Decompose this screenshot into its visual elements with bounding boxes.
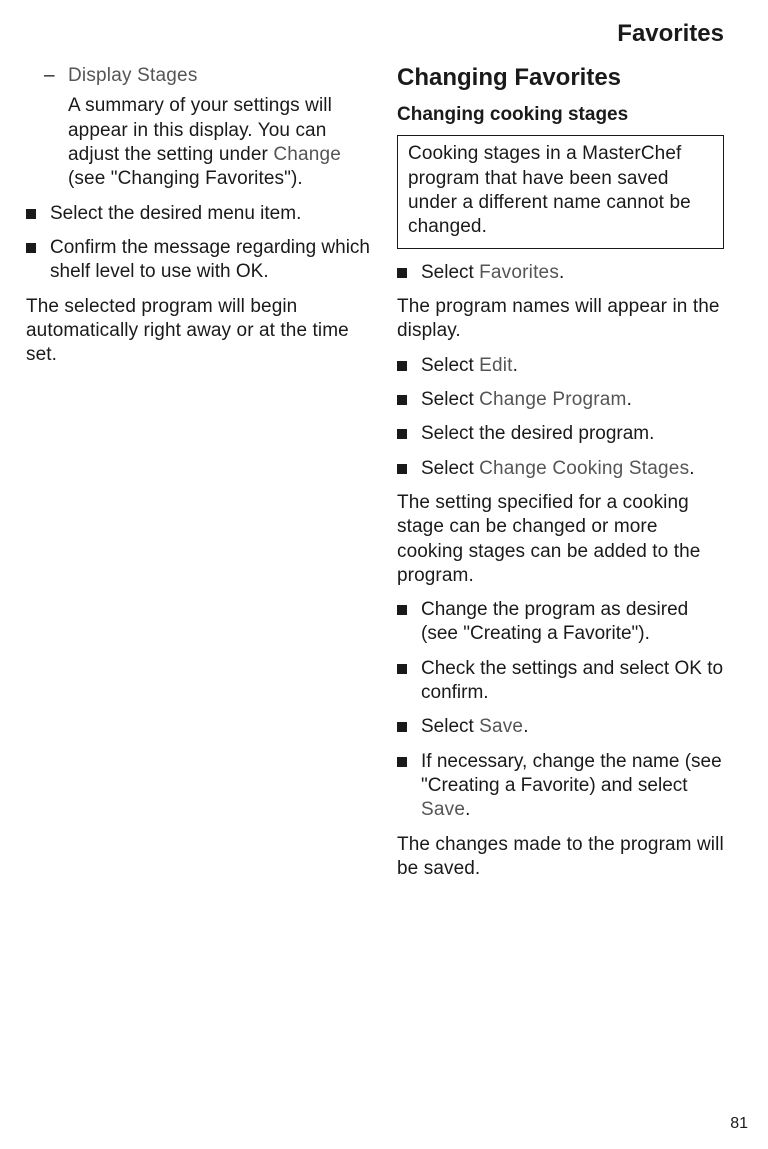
text-run: . — [689, 458, 694, 479]
square-bullet-icon — [397, 750, 421, 823]
step-list-item: Select Edit. — [397, 354, 724, 378]
outcome-paragraph: The selected program will begin automati… — [26, 295, 371, 368]
left-column: – Display Stages A summary of your setti… — [44, 64, 371, 891]
paragraph: The setting specified for a cooking stag… — [397, 491, 724, 588]
heading-changing-favorites: Changing Favorites — [397, 64, 724, 93]
step-list-item: Select Favorites. — [397, 261, 724, 285]
dash-list-item: – Display Stages — [44, 64, 371, 88]
text-run: . — [627, 389, 632, 410]
step-list-item: Check the settings and select OK to conf… — [397, 657, 724, 706]
step-list-item: Select Change Cooking Stages. — [397, 457, 724, 481]
square-bullet-icon — [26, 236, 50, 285]
manual-page: Favorites – Display Stages A summary of … — [0, 0, 768, 1149]
ui-label-save: Save — [421, 799, 465, 820]
text-run: Select — [421, 458, 479, 479]
step-list-item: Select Save. — [397, 715, 724, 739]
step-text: Change the program as desired (see "Crea… — [421, 598, 724, 647]
heading-changing-cooking-stages: Changing cooking stages — [397, 103, 724, 128]
step-list-item: Select the desired program. — [397, 422, 724, 446]
step-list-item: Select Change Program. — [397, 388, 724, 412]
square-bullet-icon — [26, 202, 50, 226]
section-title: Favorites — [44, 20, 724, 48]
square-bullet-icon — [397, 715, 421, 739]
ui-label-save: Save — [479, 716, 523, 737]
text-run: Select — [421, 716, 479, 737]
square-bullet-icon — [397, 354, 421, 378]
two-column-layout: – Display Stages A summary of your setti… — [44, 64, 724, 891]
text-run: . — [523, 716, 528, 737]
ui-label-change-cooking-stages: Change Cooking Stages — [479, 458, 689, 479]
text-run: . — [559, 262, 564, 283]
step-text: Confirm the message regarding which shel… — [50, 236, 371, 285]
ui-label-display-stages: Display Stages — [68, 65, 198, 86]
note-box: Cooking stages in a MasterChef program t… — [397, 135, 724, 248]
step-list-item: Select the desired menu item. — [26, 202, 371, 226]
text-run: . — [513, 355, 518, 376]
square-bullet-icon — [397, 457, 421, 481]
step-list-item: If necessary, change the name (see "Crea… — [397, 750, 724, 823]
text-run: . — [465, 799, 470, 820]
page-number: 81 — [730, 1115, 748, 1133]
step-text: Check the settings and select OK to conf… — [421, 657, 724, 706]
ui-label-change-program: Change Program — [479, 389, 627, 410]
text-run: If necessary, change the name (see "Crea… — [421, 751, 722, 796]
square-bullet-icon — [397, 657, 421, 706]
right-column: Changing Favorites Changing cooking stag… — [397, 64, 724, 891]
step-list-item: Change the program as desired (see "Crea… — [397, 598, 724, 647]
display-stages-description: A summary of your settings will appear i… — [68, 94, 371, 191]
square-bullet-icon — [397, 422, 421, 446]
square-bullet-icon — [397, 598, 421, 647]
ui-label-change: Change — [273, 144, 341, 165]
ui-label-favorites: Favorites — [479, 262, 559, 283]
step-text: Select the desired program. — [421, 422, 724, 446]
square-bullet-icon — [397, 388, 421, 412]
text-run: Select — [421, 355, 479, 376]
square-bullet-icon — [397, 261, 421, 285]
text-run: Select — [421, 262, 479, 283]
note-text: Cooking stages in a MasterChef program t… — [408, 142, 713, 239]
step-text: Select the desired menu item. — [50, 202, 371, 226]
dash-bullet: – — [44, 64, 68, 88]
text-run: Select — [421, 389, 479, 410]
paragraph: The program names will appear in the dis… — [397, 295, 724, 344]
result-paragraph: The changes made to the program will be … — [397, 833, 724, 882]
step-list-item: Confirm the message regarding which shel… — [26, 236, 371, 285]
text-run: (see "Changing Favorites"). — [68, 168, 303, 189]
ui-label-edit: Edit — [479, 355, 513, 376]
